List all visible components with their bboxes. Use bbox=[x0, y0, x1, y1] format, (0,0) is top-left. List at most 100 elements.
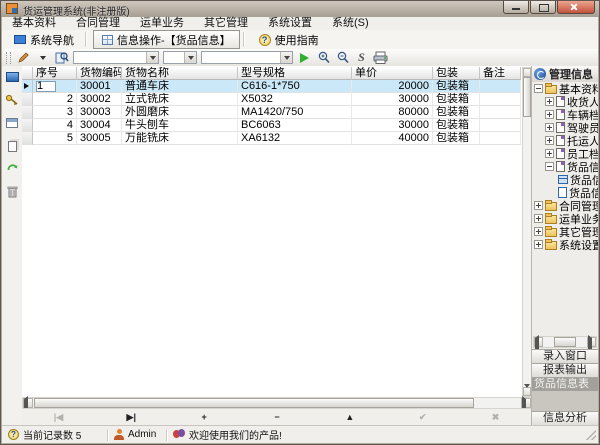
col-header-code: 货物编码 bbox=[77, 67, 122, 80]
table-row[interactable]: 5 30005 万能铣床 XA6132 40000 包装箱 bbox=[22, 132, 522, 145]
tree-item-goods-entry[interactable]: 货品信息录入 bbox=[532, 173, 598, 186]
permissions-button[interactable] bbox=[4, 92, 20, 108]
tree-item-goods-info[interactable]: 货品信息 bbox=[532, 160, 598, 173]
tree-item-waybill-business[interactable]: 运单业务 bbox=[532, 212, 598, 225]
cell-note bbox=[480, 132, 521, 145]
status-user: Admin bbox=[108, 426, 166, 443]
expand-icon[interactable] bbox=[545, 97, 554, 106]
collapse-icon[interactable] bbox=[545, 162, 554, 171]
scroll-right-button[interactable] bbox=[521, 398, 531, 408]
operator-select-combo[interactable] bbox=[163, 51, 197, 64]
value-select-combo[interactable] bbox=[201, 51, 293, 64]
zoom-in-button[interactable] bbox=[315, 50, 332, 65]
tree-item-contract-mgmt[interactable]: 合同管理 bbox=[532, 199, 598, 212]
toolbar-grip[interactable] bbox=[6, 52, 11, 64]
maximize-button[interactable] bbox=[530, 1, 556, 14]
goods-report-item-selected[interactable]: 货品信息表 bbox=[532, 378, 598, 391]
menu-system-settings[interactable]: 系统设置 bbox=[258, 17, 322, 30]
window-view-button[interactable] bbox=[4, 115, 20, 131]
scroll-up-button[interactable] bbox=[523, 68, 531, 77]
edit-record-button[interactable]: ▲ bbox=[320, 410, 380, 425]
close-button[interactable] bbox=[557, 1, 595, 14]
entry-window-button[interactable]: 录入窗口 bbox=[532, 349, 598, 364]
menu-other-mgmt[interactable]: 其它管理 bbox=[194, 17, 258, 30]
scrollbar-thumb[interactable] bbox=[523, 77, 531, 117]
col-header-note: 备注 bbox=[480, 67, 521, 80]
delete-record-button[interactable]: − bbox=[247, 410, 307, 425]
collapse-icon[interactable] bbox=[534, 84, 543, 93]
resize-grip-icon[interactable] bbox=[586, 430, 596, 440]
last-record-button[interactable]: ▶| bbox=[101, 410, 161, 425]
combo-arrow[interactable] bbox=[146, 52, 158, 63]
report-output-button[interactable]: 报表输出 bbox=[532, 364, 598, 378]
tree-item-consignee-files[interactable]: 收货人档案 bbox=[532, 95, 598, 108]
execute-filter-button[interactable] bbox=[296, 50, 313, 65]
expand-icon[interactable] bbox=[545, 136, 554, 145]
tree-item-goods-report[interactable]: 货品信息表 bbox=[532, 186, 598, 199]
edit-pencil-button[interactable] bbox=[15, 50, 32, 65]
scrollbar-thumb[interactable] bbox=[554, 337, 576, 347]
menu-waybill-business[interactable]: 运单业务 bbox=[130, 17, 194, 30]
management-panel: 管理信息 基本资料 收货人档案 车辆档案 驾驶员档案 bbox=[531, 66, 598, 426]
tree-horizontal-scrollbar[interactable] bbox=[533, 336, 597, 348]
menu-system[interactable]: 系统(S) bbox=[322, 17, 379, 30]
pencil-dropdown[interactable] bbox=[34, 50, 51, 65]
cell-pack: 包装箱 bbox=[433, 93, 480, 106]
table-row[interactable]: 1 30001 普通车床 C616-1*750 20000 包装箱 bbox=[22, 80, 522, 93]
document-icon bbox=[556, 135, 565, 146]
expand-icon[interactable] bbox=[545, 149, 554, 158]
tab-info-operation-goods[interactable]: 信息操作-【货品信息】 bbox=[93, 30, 240, 49]
combo-arrow[interactable] bbox=[184, 52, 196, 63]
zoom-out-button[interactable] bbox=[334, 50, 351, 65]
tree-item-vehicle-files[interactable]: 车辆档案 bbox=[532, 108, 598, 121]
expand-icon[interactable] bbox=[534, 214, 543, 223]
summary-button[interactable]: S bbox=[353, 50, 370, 65]
expand-icon[interactable] bbox=[545, 123, 554, 132]
expand-icon[interactable] bbox=[534, 201, 543, 210]
post-record-button[interactable]: ✔ bbox=[393, 410, 453, 425]
scrollbar-thumb[interactable] bbox=[34, 398, 474, 408]
navigation-panel-button[interactable] bbox=[4, 69, 20, 85]
minimize-button[interactable] bbox=[503, 1, 529, 14]
info-analysis-button[interactable]: 信息分析 bbox=[532, 411, 598, 426]
expand-icon[interactable] bbox=[545, 110, 554, 119]
print-button[interactable] bbox=[372, 50, 389, 65]
toolbar: S bbox=[2, 49, 598, 67]
scroll-right-button[interactable] bbox=[587, 337, 596, 347]
expand-icon[interactable] bbox=[534, 227, 543, 236]
first-record-button[interactable]: |◀ bbox=[28, 410, 88, 425]
inplace-editor[interactable]: 1 bbox=[36, 81, 56, 92]
expand-icon[interactable] bbox=[534, 240, 543, 249]
folder-icon bbox=[545, 241, 557, 250]
tree-item-other-mgmt[interactable]: 其它管理 bbox=[532, 225, 598, 238]
scroll-left-button[interactable] bbox=[23, 398, 33, 408]
table-row[interactable]: 2 30002 立式铣床 X5032 30000 包装箱 bbox=[22, 93, 522, 106]
management-info-icon bbox=[534, 68, 546, 80]
copy-record-button[interactable] bbox=[4, 138, 20, 154]
insert-record-button[interactable]: + bbox=[174, 410, 234, 425]
field-select-combo[interactable] bbox=[73, 51, 159, 64]
cancel-record-button[interactable]: ✖ bbox=[465, 410, 525, 425]
table-row[interactable]: 4 30004 牛头刨车 BC6063 30000 包装箱 bbox=[22, 119, 522, 132]
delete-button[interactable] bbox=[4, 183, 20, 199]
document-icon bbox=[556, 148, 565, 159]
tree-item-basic-data[interactable]: 基本资料 bbox=[532, 82, 598, 95]
report-icon bbox=[558, 187, 567, 198]
tree-item-employee-files[interactable]: 员工档案 bbox=[532, 147, 598, 160]
combo-arrow[interactable] bbox=[280, 52, 292, 63]
tab-system-navigation[interactable]: 系统导航 bbox=[6, 31, 82, 48]
tree-item-system-settings[interactable]: 系统设置 bbox=[532, 238, 598, 251]
search-record-button[interactable] bbox=[53, 50, 70, 65]
scroll-down-button[interactable] bbox=[523, 387, 531, 396]
tree-item-shipper-files[interactable]: 托运人档案 bbox=[532, 134, 598, 147]
scroll-left-button[interactable] bbox=[534, 337, 543, 347]
tree-item-driver-files[interactable]: 驾驶员档案 bbox=[532, 121, 598, 134]
tab-user-guide[interactable]: ? 使用指南 bbox=[251, 31, 327, 48]
cell-code: 30002 bbox=[77, 93, 122, 106]
menu-basic-data[interactable]: 基本资料 bbox=[2, 17, 66, 30]
refresh-button[interactable] bbox=[4, 160, 20, 176]
cell-price: 80000 bbox=[352, 106, 433, 119]
menu-contract-mgmt[interactable]: 合同管理 bbox=[66, 17, 130, 30]
row-indicator bbox=[22, 106, 33, 119]
table-row[interactable]: 3 30003 外圆磨床 MA1420/750 80000 包装箱 bbox=[22, 106, 522, 119]
